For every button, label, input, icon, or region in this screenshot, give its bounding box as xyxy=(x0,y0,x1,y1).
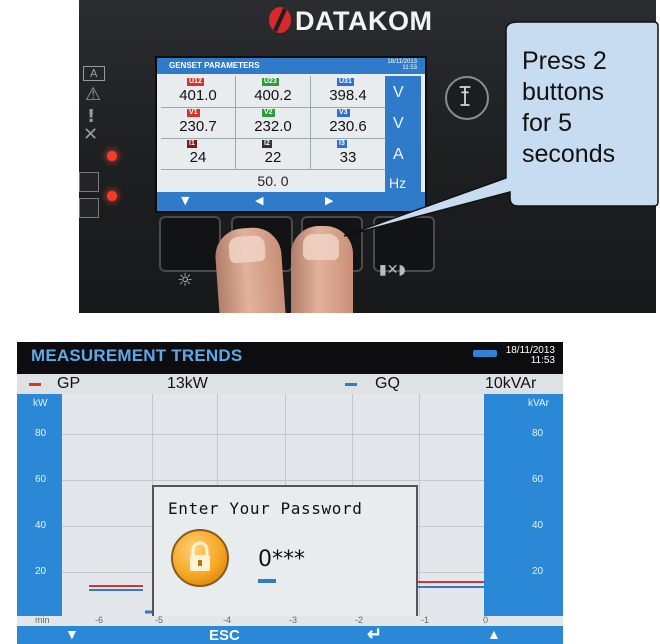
down-arrow-icon: ▼ xyxy=(181,194,190,207)
x-axis-tick: -3 xyxy=(289,615,298,625)
parameter-tag: I1 xyxy=(187,140,197,148)
parameter-value: 398.4 xyxy=(329,87,367,104)
parameter-cell: I2 22 xyxy=(236,138,311,170)
generator-icon: A xyxy=(83,66,105,81)
up-arrow-icon[interactable]: ▲ xyxy=(487,626,501,642)
datakom-logo-icon xyxy=(269,7,291,33)
parameter-cell: V3 230.6 xyxy=(311,107,386,139)
callout-line: seconds xyxy=(522,140,616,168)
mute-icon: ▮✕◗ xyxy=(379,262,406,278)
callout-line: buttons xyxy=(522,78,605,106)
enter-icon[interactable]: ↵ xyxy=(367,624,382,644)
controller-screen: GENSET PARAMETERS 18/11/2013 11:53 U12 40… xyxy=(155,56,427,213)
series1-value: 13kW xyxy=(167,375,208,392)
x-axis-tick: -4 xyxy=(223,615,232,625)
series2-swatch xyxy=(345,383,357,386)
tower-icon xyxy=(459,86,471,106)
series1-name: GP xyxy=(57,375,81,392)
callout-line: for 5 xyxy=(522,109,573,137)
x-axis-tick: -6 xyxy=(95,615,104,625)
lamp-icon: ☼ xyxy=(177,270,194,291)
parameter-cell: U31 398.4 xyxy=(311,76,386,108)
indicator-box xyxy=(79,198,99,218)
parameter-tag: U23 xyxy=(262,78,279,86)
frequency-unit: Hz xyxy=(389,175,407,191)
parameter-cell: V1 230.7 xyxy=(161,107,236,139)
parameter-value: 230.7 xyxy=(179,118,217,135)
series1-swatch xyxy=(29,383,41,386)
finger-left xyxy=(213,225,287,313)
screen-time: 11:53 xyxy=(402,65,417,71)
parameter-value: 232.0 xyxy=(254,118,292,135)
padlock-icon xyxy=(171,529,229,587)
password-field[interactable]: 0*** xyxy=(258,547,305,572)
frequency-value: 50. 0 xyxy=(257,173,289,189)
softkey-bar: ▼ ESC ↵ ▲ xyxy=(17,624,563,644)
mode-knob[interactable] xyxy=(445,76,489,120)
series2-value: 10kVAr xyxy=(485,375,537,392)
parameter-tag: V1 xyxy=(187,109,200,117)
trends-screen: MEASUREMENT TRENDS 18/11/2013 11:53 GP 1… xyxy=(17,342,563,644)
brand-name: DATAKOM xyxy=(295,6,433,36)
physical-button-1[interactable] xyxy=(159,216,221,272)
indicator-box xyxy=(79,172,99,192)
parameter-cell: U12 401.0 xyxy=(161,76,236,108)
parameter-cell: V2 232.0 xyxy=(236,107,311,139)
parameter-cell: I3 33 xyxy=(311,138,386,170)
parameter-grid: U12 401.0 U23 400.2 U31 398.4 V1 230.7 V2 232… xyxy=(161,76,386,170)
x-axis-tick: 0 xyxy=(483,615,489,625)
screen-header: GENSET PARAMETERS 18/11/2013 11:53 xyxy=(157,58,425,74)
series2-name: GQ xyxy=(375,375,400,392)
callout-line: Press 2 xyxy=(522,47,607,75)
esc-softkey[interactable]: ESC xyxy=(209,627,240,644)
x-axis-tick: -1 xyxy=(421,615,430,625)
parameter-cell: I1 24 xyxy=(161,138,236,170)
legend-bar: GP 13kW GQ 10kVAr xyxy=(17,374,563,394)
status-led xyxy=(107,191,117,201)
x-axis-unit: min xyxy=(35,615,50,625)
x-axis-tick: -5 xyxy=(155,615,164,625)
screen-title: MEASUREMENT TRENDS xyxy=(31,346,243,365)
screen-datetime: 18/11/2013 11:53 xyxy=(506,346,555,366)
parameter-tag: U31 xyxy=(337,78,354,86)
unit-label: V xyxy=(393,115,404,132)
screen-time: 11:53 xyxy=(530,355,555,366)
unit-label: V xyxy=(393,84,404,101)
callout-text: Press 2 buttons for 5 seconds xyxy=(522,46,650,170)
parameter-tag: I3 xyxy=(337,140,347,148)
parameter-value: 401.0 xyxy=(179,87,217,104)
parameter-cell: U23 400.2 xyxy=(236,76,311,108)
finger-right xyxy=(291,226,353,313)
parameter-value: 230.6 xyxy=(329,118,367,135)
warning-icon: ⚠ xyxy=(85,84,102,105)
down-arrow-icon[interactable]: ▼ xyxy=(65,626,79,642)
input-cursor xyxy=(258,579,276,583)
parameter-tag: U12 xyxy=(187,78,204,86)
parameter-value: 33 xyxy=(339,149,357,166)
left-arrow-icon: ◀ xyxy=(255,194,264,207)
parameter-value: 22 xyxy=(264,149,282,166)
trend-plot: kW 80 60 40 20 kVAr 80 60 40 20 Enter Yo… xyxy=(17,394,563,619)
unit-label: A xyxy=(393,146,404,163)
softkey-bar: ▼ ◀ ▶ xyxy=(157,192,425,211)
parameter-tag: I2 xyxy=(262,140,272,148)
screen-datetime: 18/11/2013 11:53 xyxy=(387,59,417,71)
parameter-tag: V2 xyxy=(262,109,275,117)
password-dialog: Enter Your Password 0*** xyxy=(152,485,418,619)
right-arrow-icon: ▶ xyxy=(325,194,334,207)
service-icon: ✕ xyxy=(83,124,99,145)
unit-column: V V A Hz xyxy=(385,76,421,211)
x-axis-tick: -2 xyxy=(355,615,364,625)
parameter-tag: V3 xyxy=(337,109,350,117)
battery-icon xyxy=(473,350,497,357)
screen-title: GENSET PARAMETERS xyxy=(169,61,260,70)
dialog-title: Enter Your Password xyxy=(168,499,363,518)
status-led xyxy=(107,151,117,161)
parameter-value: 24 xyxy=(189,149,207,166)
brand-logo: DATAKOM xyxy=(269,6,433,37)
parameter-value: 400.2 xyxy=(254,87,292,104)
